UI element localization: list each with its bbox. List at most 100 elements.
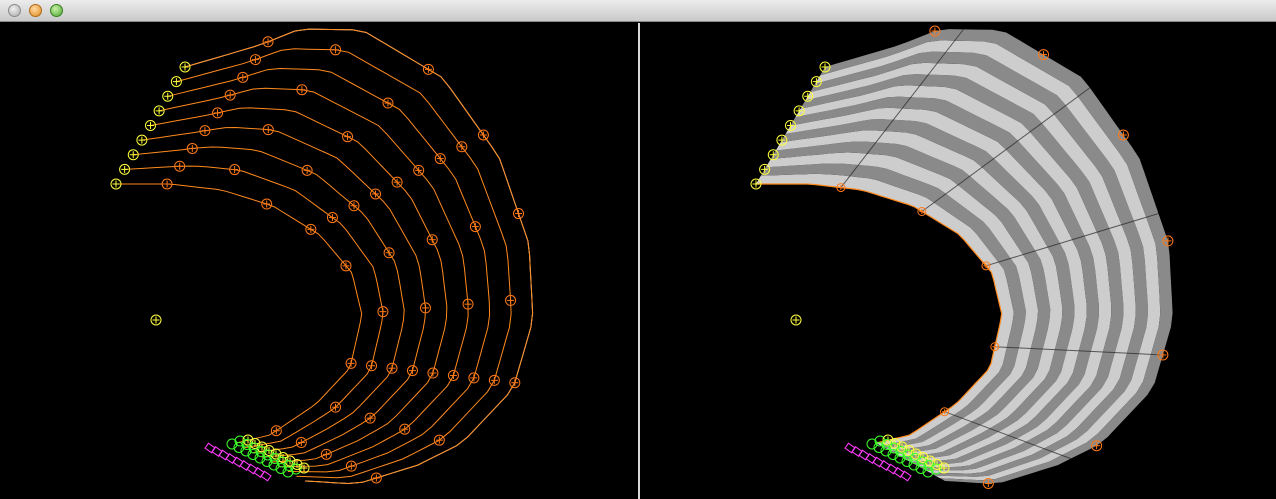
yellow-bottom-handle[interactable] bbox=[298, 462, 310, 474]
control-point-handle[interactable] bbox=[224, 89, 236, 101]
control-point-handle[interactable] bbox=[488, 374, 500, 386]
yellow-edge-handle[interactable] bbox=[145, 120, 156, 131]
control-mesh-viewport[interactable] bbox=[0, 23, 638, 499]
control-point-handle[interactable] bbox=[348, 200, 360, 212]
control-point-handle[interactable] bbox=[386, 362, 398, 374]
center-pivot-handle[interactable] bbox=[150, 314, 162, 326]
yellow-edge-handle[interactable] bbox=[793, 105, 805, 117]
control-point-handle[interactable] bbox=[345, 357, 357, 369]
control-point-handle[interactable] bbox=[477, 129, 489, 141]
control-point-handle[interactable] bbox=[406, 365, 418, 377]
control-point-handle[interactable] bbox=[509, 377, 521, 389]
control-point-handle[interactable] bbox=[330, 44, 342, 56]
control-point-handle[interactable] bbox=[383, 247, 395, 259]
control-point-handle[interactable] bbox=[370, 472, 382, 484]
control-point-handle[interactable] bbox=[413, 164, 425, 176]
magenta-handle[interactable] bbox=[239, 460, 251, 471]
control-point-handle[interactable] bbox=[262, 124, 274, 136]
yellow-edge-handle[interactable] bbox=[153, 105, 165, 117]
zoom-window-button[interactable] bbox=[50, 4, 63, 17]
control-point-handle[interactable] bbox=[305, 223, 317, 235]
yellow-edge-handle[interactable] bbox=[810, 76, 822, 88]
yellow-edge-handle[interactable] bbox=[767, 149, 779, 161]
control-point-handle[interactable] bbox=[174, 160, 186, 172]
yellow-edge-handle[interactable] bbox=[127, 149, 139, 161]
shaded-surface-canvas[interactable] bbox=[640, 23, 1276, 499]
yellow-edge-handle[interactable] bbox=[162, 90, 174, 102]
magenta-handle[interactable] bbox=[260, 470, 272, 482]
magenta-handle[interactable] bbox=[211, 446, 223, 457]
control-point-handle[interactable] bbox=[296, 84, 308, 96]
yellow-edge-handle[interactable] bbox=[170, 76, 182, 88]
control-point-handle[interactable] bbox=[391, 176, 403, 188]
control-point-handle[interactable] bbox=[377, 306, 389, 318]
center-pivot-handle[interactable] bbox=[790, 314, 802, 326]
yellow-edge-handle[interactable] bbox=[802, 90, 814, 102]
control-point-handle[interactable] bbox=[249, 54, 261, 66]
control-point-handle[interactable] bbox=[342, 131, 354, 143]
control-point-handle[interactable] bbox=[340, 260, 352, 272]
yellow-bottom-handle[interactable] bbox=[938, 462, 950, 474]
control-point-handle[interactable] bbox=[262, 36, 274, 48]
control-point-handle[interactable] bbox=[186, 142, 198, 154]
control-point-handle[interactable] bbox=[295, 437, 307, 449]
magenta-handle[interactable] bbox=[893, 467, 905, 478]
magenta-handle[interactable] bbox=[246, 463, 258, 475]
magenta-handle[interactable] bbox=[218, 449, 230, 461]
magenta-handle[interactable] bbox=[225, 453, 237, 464]
yellow-edge-handle[interactable] bbox=[179, 61, 191, 73]
magenta-handle[interactable] bbox=[844, 442, 856, 454]
minimize-window-button[interactable] bbox=[29, 4, 42, 17]
magenta-handle[interactable] bbox=[900, 470, 912, 482]
magenta-handle[interactable] bbox=[886, 463, 898, 475]
magenta-handle[interactable] bbox=[879, 460, 891, 471]
control-point-handle[interactable] bbox=[399, 423, 411, 435]
control-point-handle[interactable] bbox=[382, 97, 394, 109]
control-point-handle[interactable] bbox=[270, 425, 282, 437]
control-point-handle[interactable] bbox=[261, 198, 273, 210]
yellow-edge-handle[interactable] bbox=[750, 178, 762, 190]
yellow-edge-handle[interactable] bbox=[785, 120, 796, 131]
control-point-handle[interactable] bbox=[505, 294, 517, 306]
control-point-handle[interactable] bbox=[326, 212, 338, 224]
control-point-handle[interactable] bbox=[513, 208, 525, 220]
control-point-handle[interactable] bbox=[161, 178, 173, 190]
close-window-button[interactable] bbox=[8, 4, 21, 17]
control-point-handle[interactable] bbox=[1162, 235, 1174, 247]
control-point-handle[interactable] bbox=[330, 401, 342, 413]
control-point-handle[interactable] bbox=[364, 412, 376, 424]
control-point-handle[interactable] bbox=[199, 125, 211, 137]
magenta-handle[interactable] bbox=[872, 456, 884, 468]
control-point-handle[interactable] bbox=[426, 234, 438, 246]
yellow-edge-handle[interactable] bbox=[759, 163, 771, 175]
yellow-edge-handle[interactable] bbox=[119, 163, 131, 175]
control-point-handle[interactable] bbox=[419, 302, 431, 314]
control-point-handle[interactable] bbox=[456, 141, 468, 153]
control-point-handle[interactable] bbox=[229, 164, 241, 176]
yellow-edge-handle[interactable] bbox=[776, 134, 788, 146]
yellow-edge-handle[interactable] bbox=[110, 178, 122, 190]
magenta-handle[interactable] bbox=[858, 449, 870, 461]
magenta-handle[interactable] bbox=[204, 442, 216, 454]
magenta-handle[interactable] bbox=[253, 467, 265, 478]
control-point-handle[interactable] bbox=[447, 369, 459, 381]
magenta-handle[interactable] bbox=[865, 453, 877, 464]
control-point-handle[interactable] bbox=[237, 71, 249, 83]
control-point-handle[interactable] bbox=[469, 221, 481, 233]
control-point-handle[interactable] bbox=[345, 460, 357, 472]
control-point-handle[interactable] bbox=[468, 372, 480, 384]
control-point-handle[interactable] bbox=[427, 367, 439, 379]
yellow-edge-handle[interactable] bbox=[136, 134, 148, 146]
control-point-handle[interactable] bbox=[370, 188, 382, 200]
control-point-handle[interactable] bbox=[462, 298, 474, 310]
control-point-handle[interactable] bbox=[422, 63, 434, 75]
yellow-edge-handle[interactable] bbox=[819, 61, 831, 73]
control-point-handle[interactable] bbox=[212, 107, 224, 119]
control-point-handle[interactable] bbox=[433, 434, 445, 446]
control-point-handle[interactable] bbox=[982, 478, 994, 490]
magenta-handle[interactable] bbox=[232, 456, 244, 468]
control-point-handle[interactable] bbox=[434, 153, 446, 165]
shaded-surface-viewport[interactable] bbox=[640, 23, 1276, 499]
control-point-handle[interactable] bbox=[301, 164, 313, 176]
control-mesh-canvas[interactable] bbox=[0, 23, 638, 499]
